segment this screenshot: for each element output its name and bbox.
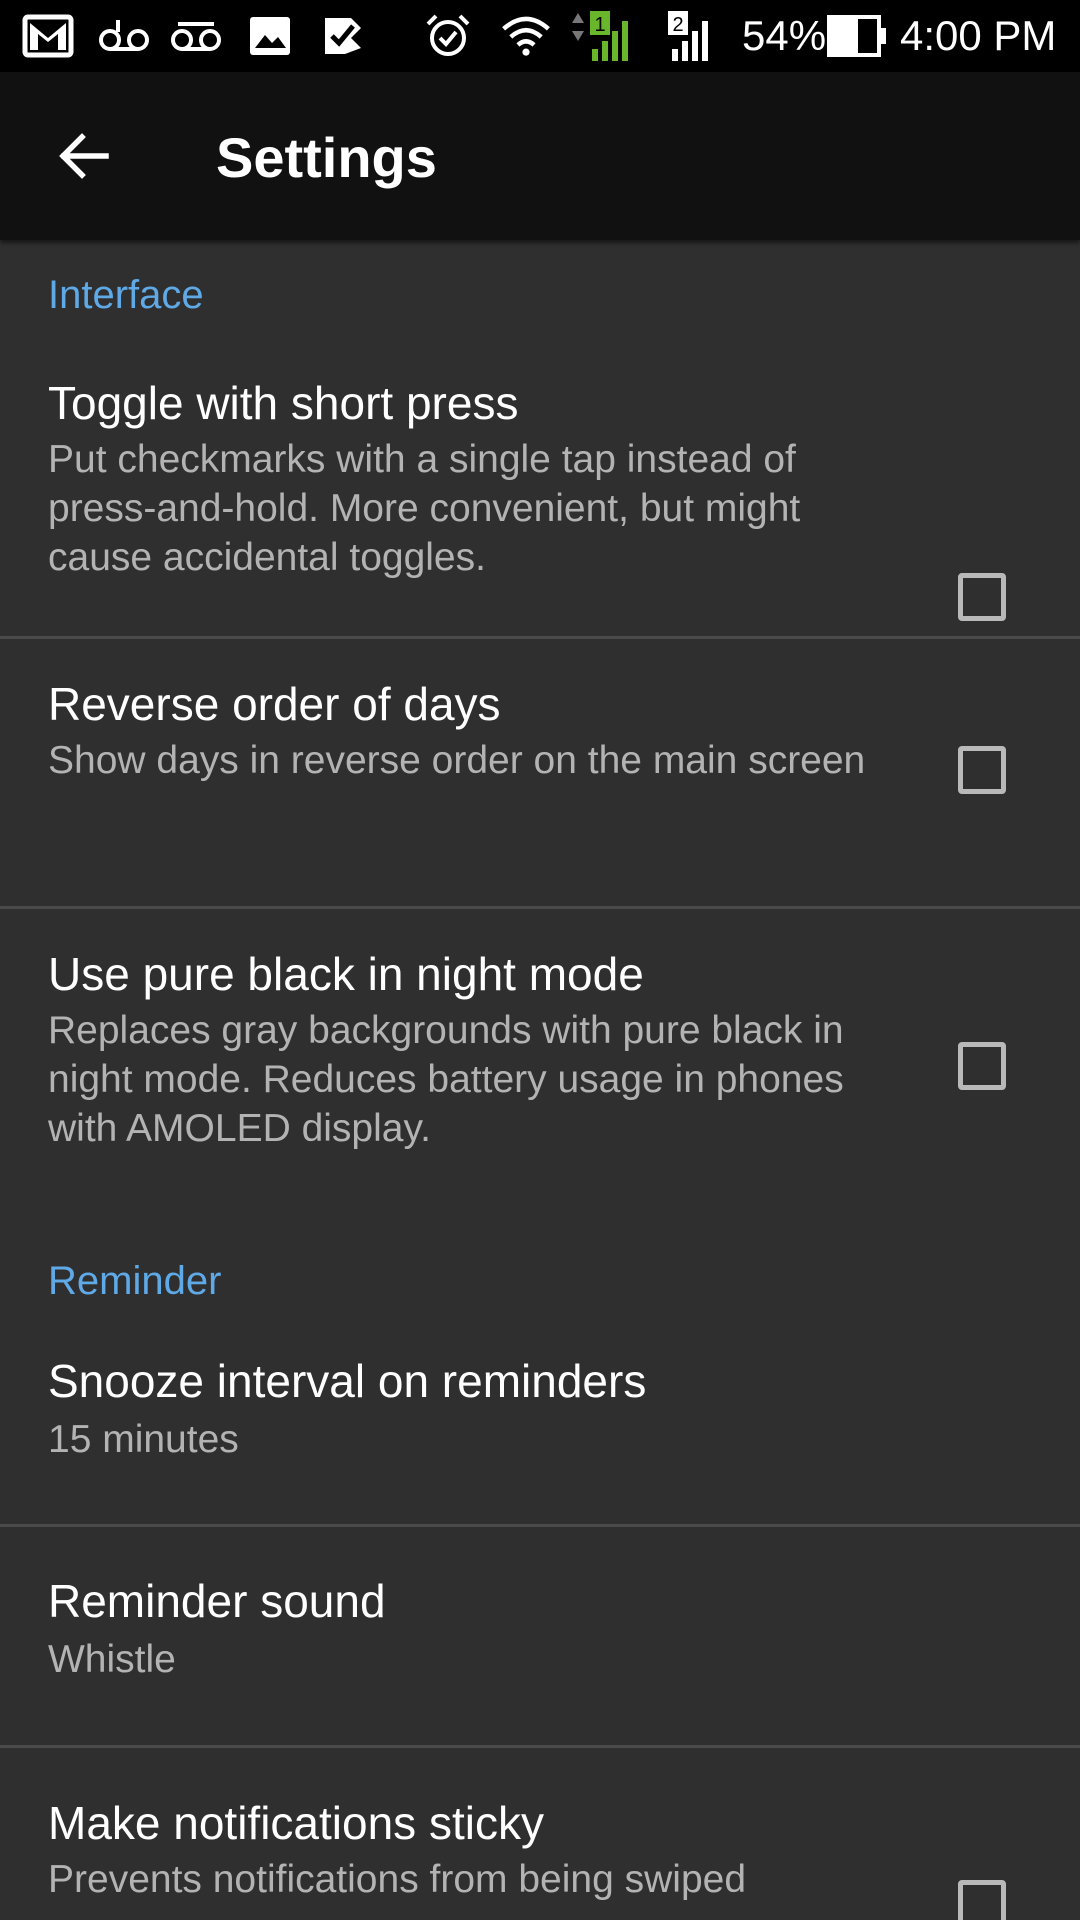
settings-list[interactable]: Interface Toggle with short press Put ch…: [0, 240, 1080, 1920]
pref-title: Toggle with short press: [48, 377, 519, 429]
pref-title: Make notifications sticky: [48, 1797, 544, 1849]
checkbox-pure-black-night-mode[interactable]: [958, 1042, 1006, 1090]
voicemail-icon: [170, 10, 222, 62]
pref-snooze-interval[interactable]: Snooze interval on reminders 15 minutes: [0, 1338, 1080, 1524]
back-button[interactable]: [36, 108, 132, 204]
checkbox-reverse-order-days[interactable]: [958, 746, 1006, 794]
pref-value: Whistle: [48, 1638, 176, 1681]
sim2-badge: 2: [672, 14, 683, 36]
checkbox-toggle-short-press[interactable]: [958, 573, 1006, 621]
wifi-icon: [500, 10, 552, 62]
battery-percent: 54%: [742, 12, 827, 59]
pref-toggle-short-press[interactable]: Toggle with short press Put checkmarks w…: [0, 360, 1080, 621]
sim1-badge: 1: [594, 14, 605, 36]
image-icon: [244, 10, 296, 62]
pref-title: Snooze interval on reminders: [48, 1355, 647, 1407]
pref-sticky-notifications[interactable]: Make notifications sticky Prevents notif…: [0, 1748, 1080, 1920]
voicemail-icon: [98, 10, 150, 62]
battery-icon: [826, 10, 888, 62]
page-title: Settings: [216, 126, 437, 189]
pref-title: Reminder sound: [48, 1575, 386, 1627]
tasks-icon: [318, 10, 370, 62]
pref-reverse-order-days[interactable]: Reverse order of days Show days in rever…: [0, 639, 1080, 909]
checkbox-sticky-notifications[interactable]: [958, 1880, 1006, 1920]
pref-title: Use pure black in night mode: [48, 948, 644, 1000]
arrow-left-icon: [59, 133, 109, 179]
status-bar: 1 2 54% 4:00 PM: [0, 0, 1080, 72]
pref-summary: Prevents notifications from being swiped: [48, 1858, 747, 1901]
app-bar: Settings: [0, 72, 1080, 240]
alarm-icon: [422, 10, 474, 62]
pref-pure-black-night-mode[interactable]: Use pure black in night mode Replaces gr…: [0, 909, 1080, 1209]
pref-value: 15 minutes: [48, 1418, 239, 1461]
section-header-reminder: Reminder: [48, 1259, 222, 1303]
pref-reminder-sound[interactable]: Reminder sound Whistle: [0, 1527, 1080, 1745]
pref-summary: Replaces gray backgrounds with pure blac…: [48, 1009, 844, 1150]
signal-sim1-icon: 1: [566, 10, 646, 62]
pref-summary: Show days in reverse order on the main s…: [48, 739, 866, 782]
section-header-interface: Interface: [48, 273, 204, 317]
pref-title: Reverse order of days: [48, 678, 501, 730]
pref-summary: Put checkmarks with a single tap instead…: [48, 438, 801, 579]
clock: 4:00 PM: [900, 12, 1057, 59]
signal-sim2-icon: 2: [666, 10, 730, 62]
gmail-icon: [22, 10, 74, 62]
